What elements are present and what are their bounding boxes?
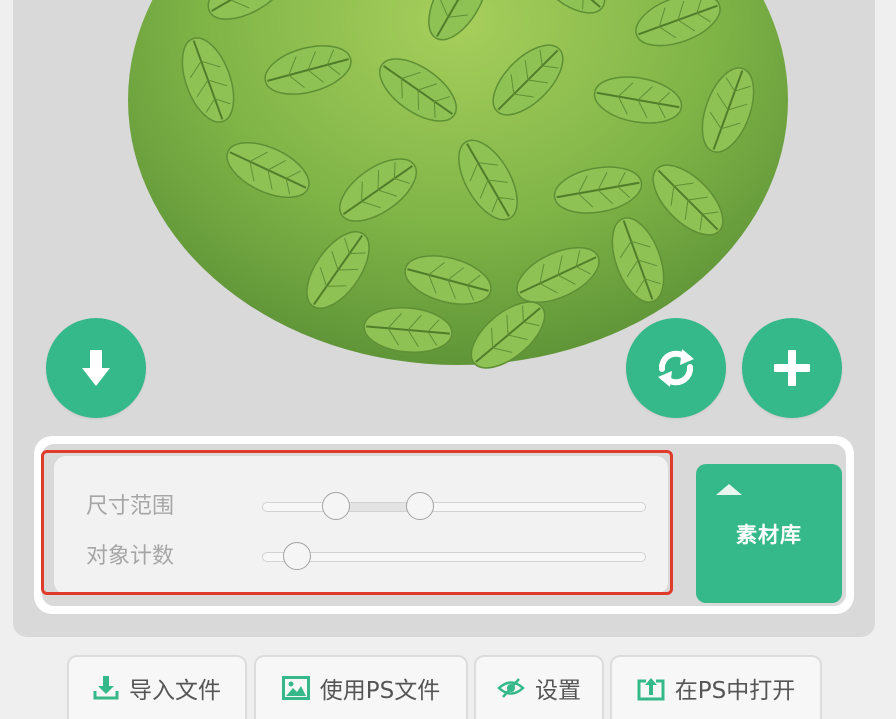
import-file-button[interactable]: 导入文件	[67, 655, 247, 719]
import-icon	[93, 676, 119, 700]
eye-slash-icon	[497, 678, 525, 698]
settings-button[interactable]: 设置	[474, 655, 604, 719]
library-button[interactable]: 素材库	[696, 464, 842, 603]
image-icon	[281, 676, 310, 700]
download-button[interactable]	[46, 318, 146, 418]
refresh-icon	[658, 349, 694, 387]
object-count-label: 对象计数	[86, 544, 175, 569]
use-ps-file-label: 使用PS文件	[319, 678, 441, 704]
control-panel: 尺寸范围 对象计数 素材库	[34, 436, 854, 614]
export-icon	[637, 678, 665, 701]
import-file-label: 导入文件	[129, 678, 221, 704]
plus-icon	[774, 350, 810, 386]
add-button[interactable]	[742, 318, 842, 418]
slider-group: 尺寸范围 对象计数	[54, 456, 668, 594]
size-range-max-handle[interactable]	[405, 492, 434, 520]
download-icon	[82, 350, 110, 386]
control-panel-inner: 尺寸范围 对象计数 素材库	[42, 444, 846, 606]
leaf-sphere-image	[128, 0, 788, 370]
object-count-slider[interactable]	[262, 542, 646, 570]
caret-up-icon	[716, 484, 742, 495]
open-in-ps-label: 在PS中打开	[674, 678, 796, 704]
size-range-label: 尺寸范围	[86, 494, 175, 519]
refresh-button[interactable]	[626, 318, 726, 418]
object-count-handle[interactable]	[283, 542, 312, 570]
library-button-label: 素材库	[736, 522, 802, 547]
open-in-ps-button[interactable]: 在PS中打开	[610, 655, 822, 719]
size-range-slider[interactable]	[262, 492, 646, 520]
use-ps-file-button[interactable]: 使用PS文件	[254, 655, 468, 719]
size-range-min-handle[interactable]	[321, 492, 350, 520]
settings-label: 设置	[535, 678, 581, 704]
